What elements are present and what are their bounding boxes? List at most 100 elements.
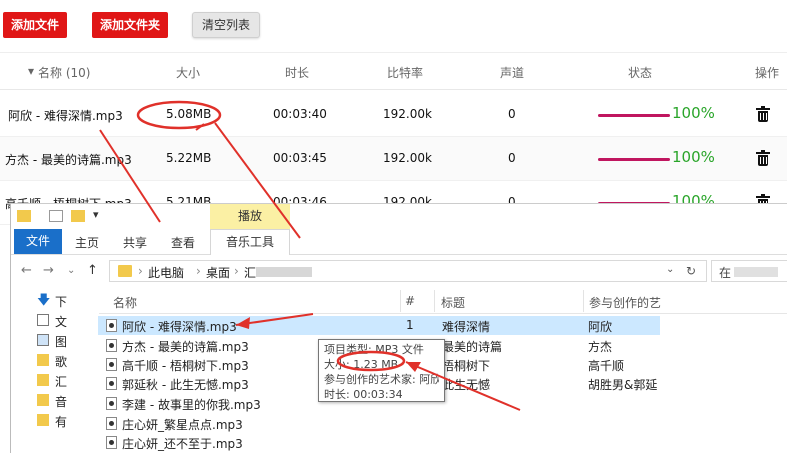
file-row-title: 梧桐树下: [442, 359, 491, 373]
audio-file-icon: [106, 319, 117, 332]
file-row-name: 高千顺 - 梧桐树下.mp3: [122, 359, 249, 373]
breadcrumb-separator: ›: [234, 264, 239, 278]
column-separator[interactable]: [434, 290, 435, 312]
navigation-pane: 🡇 下 文 图 歌 汇 音 有: [11, 288, 91, 453]
toolbar: 添加文件 添加文件夹 清空列表: [0, 0, 787, 46]
address-bar-row: ← → ⌄ ↑ › 此电脑 › 桌面 › 汇 ⌄ ↻ 在: [11, 260, 787, 284]
column-size-header[interactable]: 大小: [176, 64, 200, 81]
breadcrumb-separator: ›: [138, 264, 143, 278]
play-context-tab[interactable]: 播放: [210, 204, 290, 229]
nav-item-folder[interactable]: 汇: [37, 372, 87, 390]
file-row[interactable]: 庄心妍_繁星点点.mp3: [98, 414, 660, 433]
file-row-artist: 胡胜男&郭延: [588, 378, 658, 392]
column-title-header[interactable]: 标题: [441, 294, 465, 311]
tab-home[interactable]: 主页: [75, 234, 99, 251]
file-row-name: 郭延秋 - 此生无憾.mp3: [122, 378, 249, 392]
tab-music-tools[interactable]: 音乐工具: [210, 229, 290, 255]
nav-item-label: 歌: [55, 355, 68, 369]
address-bar[interactable]: › 此电脑 › 桌面 › 汇 ⌄ ↻: [109, 260, 707, 282]
search-placeholder: 在: [719, 266, 732, 280]
file-row-artist: 阿欣: [588, 320, 613, 334]
trash-icon[interactable]: [756, 106, 770, 122]
column-duration-header[interactable]: 时长: [285, 64, 309, 81]
file-row-artist: 方杰: [588, 340, 613, 354]
progress-bar: [598, 158, 670, 161]
refresh-icon[interactable]: ↻: [686, 264, 696, 278]
search-box[interactable]: 在: [711, 260, 787, 282]
nav-item-pictures[interactable]: 图: [37, 332, 87, 350]
dropdown-icon[interactable]: ⌄: [666, 264, 674, 275]
add-folder-button[interactable]: 添加文件夹: [92, 12, 169, 38]
document-icon: [37, 314, 49, 326]
nav-item-downloads[interactable]: 🡇 下: [37, 292, 87, 310]
nav-item-label: 图: [55, 335, 68, 349]
properties-icon[interactable]: [49, 210, 63, 222]
nav-item-label: 文: [55, 315, 68, 329]
sort-desc-icon[interactable]: ▾: [28, 64, 34, 78]
new-folder-icon[interactable]: [71, 210, 85, 222]
ribbon-tabs: 文件 主页 共享 查看 音乐工具: [11, 229, 787, 255]
audio-file-icon: [106, 339, 117, 352]
file-list-header: 名称 # 标题 参与创作的艺: [99, 288, 787, 314]
folder-icon: [17, 210, 31, 222]
nav-item-folder[interactable]: 有: [37, 412, 87, 430]
forward-icon[interactable]: →: [43, 263, 54, 278]
column-artist-header[interactable]: 参与创作的艺: [589, 294, 661, 311]
folder-icon: [37, 414, 49, 426]
table-row[interactable]: 方杰 - 最美的诗篇.mp3 5.22MB 00:03:45 192.00k 0…: [0, 137, 787, 181]
column-bitrate-header[interactable]: 比特率: [387, 64, 423, 81]
file-row-number: 1: [406, 318, 414, 332]
folder-icon: [37, 354, 49, 366]
column-status-header[interactable]: 状态: [628, 64, 652, 81]
file-name: 阿欣 - 难得深情.mp3: [8, 109, 123, 123]
progress-percent: 100%: [672, 148, 715, 166]
folder-icon: [118, 265, 132, 277]
trash-icon[interactable]: [756, 150, 770, 166]
file-row-artist: 高千顺: [588, 359, 625, 373]
file-row[interactable]: 阿欣 - 难得深情.mp3 1 难得深情 阿欣: [98, 316, 660, 335]
column-separator[interactable]: [583, 290, 584, 312]
app-root: 添加文件 添加文件夹 清空列表 ▾ 名称 (10) 大小 时长 比特率 声道 状…: [0, 0, 787, 453]
file-size: 5.08MB: [166, 107, 212, 121]
recent-locations-icon[interactable]: ⌄: [67, 265, 75, 276]
tooltip-type: 项目类型: MP3 文件: [324, 343, 424, 356]
audio-file-icon: [106, 397, 117, 410]
file-channel: 0: [508, 107, 516, 121]
column-number-header[interactable]: #: [405, 294, 415, 308]
breadcrumb-desktop[interactable]: 桌面: [206, 264, 230, 281]
file-row-title: 此生无憾: [442, 378, 491, 392]
tab-share[interactable]: 共享: [123, 234, 147, 251]
add-file-button[interactable]: 添加文件: [3, 12, 68, 38]
back-icon[interactable]: ←: [21, 263, 32, 278]
file-bitrate: 192.00k: [383, 151, 432, 165]
column-name-header[interactable]: 名称: [113, 294, 137, 311]
table-header: ▾ 名称 (10) 大小 时长 比特率 声道 状态 操作: [0, 52, 787, 90]
folder-icon: [37, 374, 49, 386]
file-row-name: 庄心妍_繁星点点.mp3: [122, 418, 243, 432]
file-bitrate: 192.00k: [383, 107, 432, 121]
column-name-header[interactable]: 名称 (10): [38, 64, 90, 81]
breadcrumb-this-pc[interactable]: 此电脑: [148, 264, 184, 281]
column-channel-header[interactable]: 声道: [500, 64, 524, 81]
file-row-name: 李建 - 故事里的你我.mp3: [122, 398, 261, 412]
file-row[interactable]: 庄心妍_还不至于.mp3: [98, 433, 660, 452]
breadcrumb-folder[interactable]: 汇: [244, 264, 256, 281]
blurred-search-text: [734, 267, 778, 277]
nav-item-folder[interactable]: 歌: [37, 352, 87, 370]
picture-icon: [37, 334, 49, 346]
nav-item-label: 汇: [55, 375, 68, 389]
file-duration: 00:03:45: [273, 151, 327, 165]
nav-item-documents[interactable]: 文: [37, 312, 87, 330]
customize-qat-icon[interactable]: ▾: [93, 208, 99, 221]
tab-file[interactable]: 文件: [14, 229, 62, 254]
column-separator[interactable]: [400, 290, 401, 312]
nav-item-folder[interactable]: 音: [37, 392, 87, 410]
table-row[interactable]: 阿欣 - 难得深情.mp3 5.08MB 00:03:40 192.00k 0 …: [0, 93, 787, 137]
folder-icon: [37, 394, 49, 406]
clear-list-button[interactable]: 清空列表: [192, 12, 261, 38]
nav-item-label: 下: [55, 295, 68, 309]
tab-view[interactable]: 查看: [171, 234, 195, 251]
breadcrumb-separator: ›: [196, 264, 201, 278]
up-icon[interactable]: ↑: [87, 263, 98, 278]
file-row-title: 难得深情: [442, 320, 491, 334]
